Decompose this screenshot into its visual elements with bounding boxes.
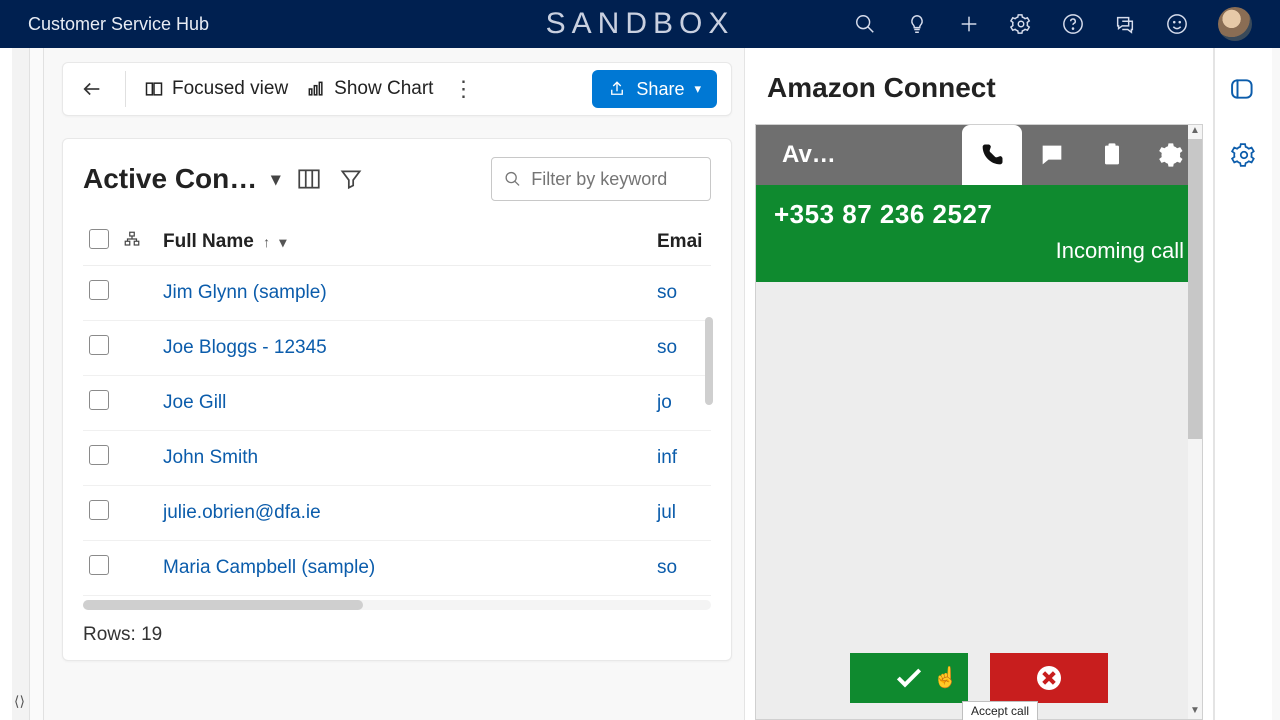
amazon-connect-panel: Amazon Connect Av… +353 87 236 2527 Inco… — [744, 48, 1214, 720]
tab-voice[interactable] — [962, 125, 1022, 185]
chevron-down-icon: ▾ — [279, 234, 286, 250]
rows-counter: Rows: 19 — [83, 624, 711, 646]
contact-email[interactable]: so — [651, 321, 711, 376]
call-state: Incoming call — [774, 238, 1184, 264]
accept-call-button[interactable]: ☝ — [850, 653, 968, 703]
contact-name[interactable]: julie.obrien@dfa.ie — [157, 486, 651, 541]
cursor-hand-icon: ☝ — [933, 665, 958, 690]
table-row[interactable]: Jim Glynn (sample)so — [83, 266, 711, 321]
table-row[interactable]: Joe Bloggs - 12345so — [83, 321, 711, 376]
contact-email[interactable]: jul — [651, 486, 711, 541]
table-row[interactable]: Maria Campbell (sample)so — [83, 541, 711, 596]
row-checkbox[interactable] — [89, 445, 109, 465]
filter-input[interactable] — [531, 169, 698, 190]
app-title: Customer Service Hub — [28, 14, 209, 35]
contact-name[interactable]: Maria Campbell (sample) — [157, 541, 651, 596]
contact-email[interactable]: so — [651, 266, 711, 321]
left-strip — [0, 48, 12, 720]
contacts-grid: Full Name ↑ ▾ Emai Jim Glynn (sample)soJ… — [83, 219, 711, 596]
contact-name[interactable]: Joe Gill — [157, 376, 651, 431]
reject-call-button[interactable] — [990, 653, 1108, 703]
agent-status-dropdown[interactable]: Av… — [756, 141, 906, 169]
row-checkbox[interactable] — [89, 280, 109, 300]
avatar[interactable] — [1218, 7, 1252, 41]
ccp-scrollbar[interactable]: ▲ ▼ — [1188, 125, 1202, 719]
tab-chat[interactable] — [1022, 125, 1082, 185]
collapse-chevron-icon[interactable]: ⟨⟩ — [14, 693, 25, 710]
show-chart-button[interactable]: Show Chart — [306, 78, 433, 100]
contact-name[interactable]: Joe Bloggs - 12345 — [157, 321, 651, 376]
help-icon[interactable] — [1062, 13, 1084, 35]
contact-email[interactable]: jo — [651, 376, 711, 431]
view-name: Active Con… — [83, 163, 257, 195]
smiley-icon[interactable] — [1166, 13, 1188, 35]
table-row[interactable]: John Smithinf — [83, 431, 711, 486]
share-button[interactable]: Share ▾ — [592, 70, 717, 108]
top-nav: Customer Service Hub SANDBOX — [0, 0, 1280, 48]
add-icon[interactable] — [958, 13, 980, 35]
view-switcher[interactable]: Active Con… ▾ — [83, 163, 280, 195]
col-fullname[interactable]: Full Name ↑ ▾ — [157, 219, 651, 266]
connect-panel-title: Amazon Connect — [745, 48, 1213, 118]
contact-name[interactable]: Jim Glynn (sample) — [157, 266, 651, 321]
contact-name[interactable]: John Smith — [157, 431, 651, 486]
chevron-down-icon: ▾ — [271, 169, 280, 190]
contact-email[interactable]: inf — [651, 431, 711, 486]
show-chart-label: Show Chart — [334, 78, 433, 100]
edit-columns-icon[interactable] — [296, 166, 322, 192]
search-icon[interactable] — [854, 13, 876, 35]
chat-icon[interactable] — [1114, 13, 1136, 35]
gear-icon[interactable] — [1231, 142, 1257, 168]
chevron-down-icon: ▾ — [694, 81, 701, 97]
left-nav-collapsed[interactable] — [30, 48, 44, 720]
filter-input-wrap[interactable] — [491, 157, 711, 201]
caller-number: +353 87 236 2527 — [774, 199, 1184, 230]
table-row[interactable]: julie.obrien@dfa.iejul — [83, 486, 711, 541]
filter-icon[interactable] — [338, 166, 364, 192]
row-checkbox[interactable] — [89, 555, 109, 575]
share-label: Share — [636, 79, 684, 100]
ccp-container: Av… +353 87 236 2527 Incoming call — [755, 124, 1203, 720]
row-checkbox[interactable] — [89, 390, 109, 410]
grid-card: Active Con… ▾ — [62, 138, 732, 661]
more-button[interactable]: ⋮ — [451, 76, 475, 102]
focused-view-label: Focused view — [172, 78, 288, 100]
environment-badge: SANDBOX — [546, 7, 735, 41]
copilot-icon[interactable] — [1231, 76, 1257, 102]
tab-tasks[interactable] — [1082, 125, 1142, 185]
col-email[interactable]: Emai — [651, 219, 711, 266]
hierarchy-icon[interactable] — [123, 230, 141, 248]
focused-view-button[interactable]: Focused view — [144, 78, 288, 100]
sort-asc-icon: ↑ — [263, 234, 270, 250]
contact-email[interactable]: so — [651, 541, 711, 596]
right-rail — [1214, 48, 1272, 720]
tooltip-accept-call: Accept call — [962, 701, 1038, 720]
incoming-call-banner: +353 87 236 2527 Incoming call — [756, 185, 1202, 282]
command-bar: Focused view Show Chart ⋮ Share ▾ — [62, 62, 732, 116]
lightbulb-icon[interactable] — [906, 13, 928, 35]
horizontal-scrollbar[interactable] — [83, 600, 711, 610]
left-gutter[interactable]: ⟨⟩ — [12, 48, 30, 720]
search-icon — [504, 169, 521, 189]
row-checkbox[interactable] — [89, 335, 109, 355]
vertical-scrollbar-thumb[interactable] — [705, 317, 713, 405]
select-all-checkbox[interactable] — [89, 229, 109, 249]
ccp-body: ☝ Accept call — [756, 282, 1202, 719]
horizontal-scrollbar-thumb[interactable] — [83, 600, 363, 610]
gear-icon[interactable] — [1010, 13, 1032, 35]
back-button[interactable] — [77, 74, 107, 104]
row-checkbox[interactable] — [89, 500, 109, 520]
table-row[interactable]: Joe Gilljo — [83, 376, 711, 431]
